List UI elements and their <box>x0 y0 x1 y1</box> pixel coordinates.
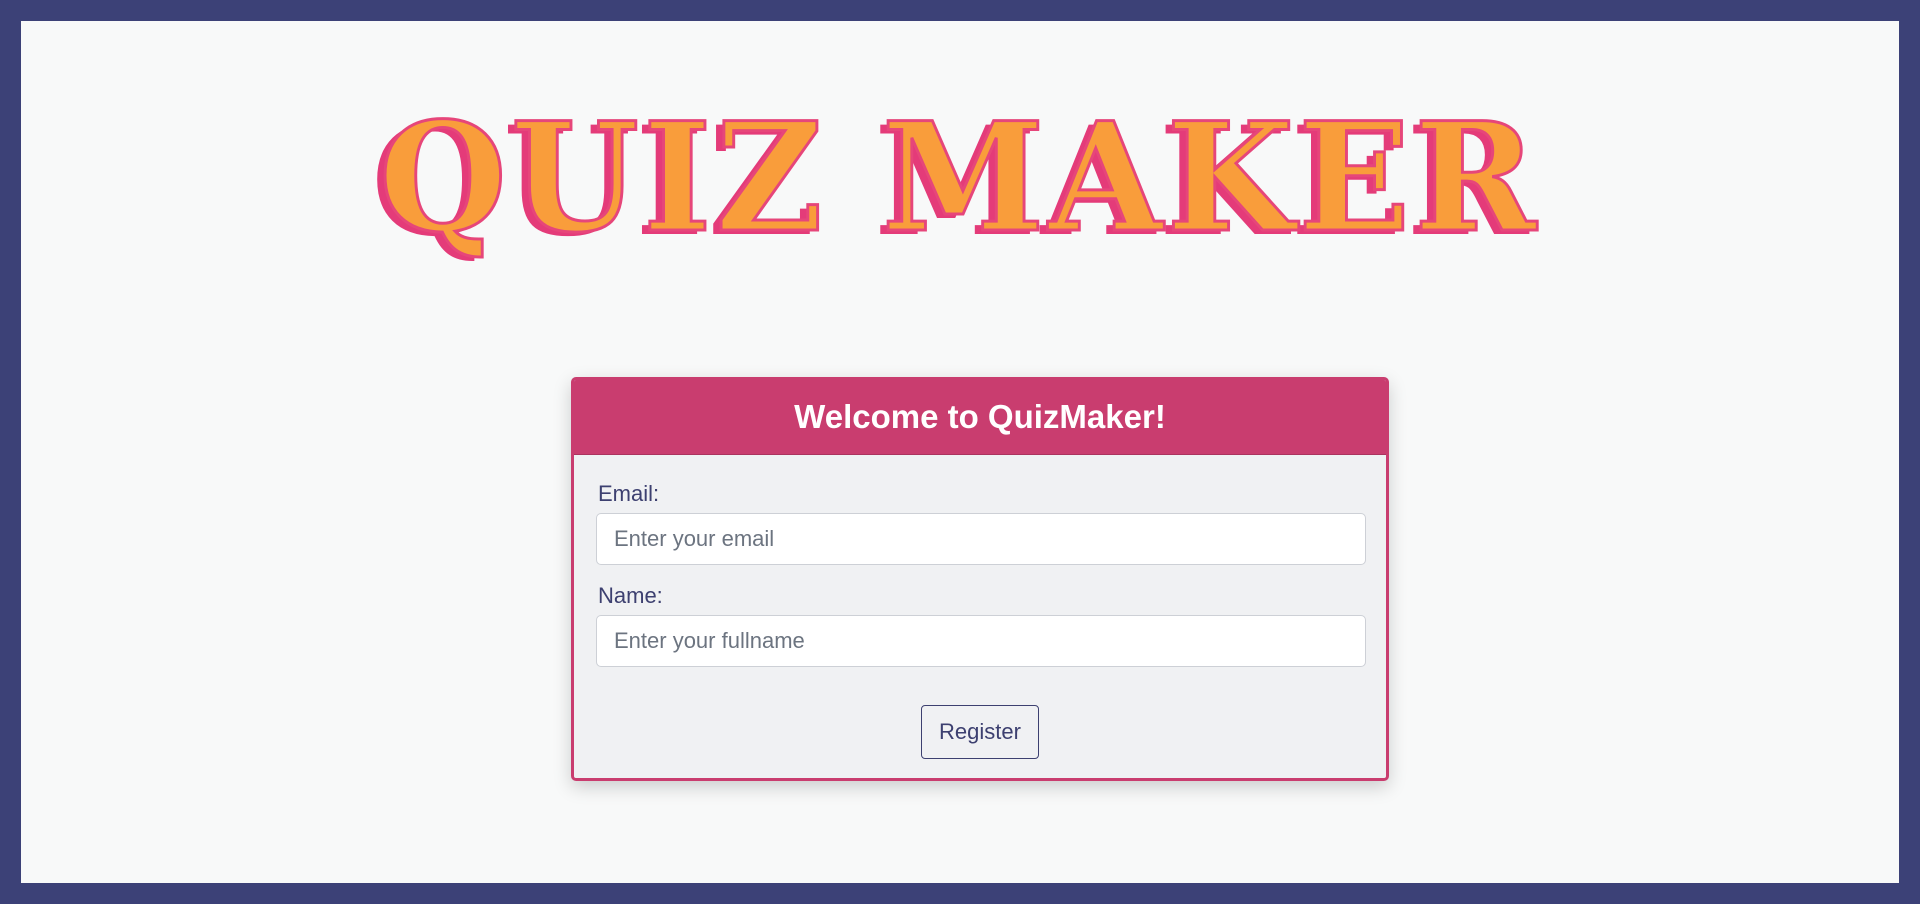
email-field[interactable] <box>596 513 1366 565</box>
form-actions: Register <box>596 705 1364 759</box>
register-form: Email: Name: Register <box>574 455 1386 759</box>
register-card: Welcome to QuizMaker! Email: Name: Regis… <box>571 377 1389 781</box>
name-label: Name: <box>598 583 663 608</box>
email-label: Email: <box>598 481 660 506</box>
quiz-maker-logo: QUIZ MAKER <box>378 90 1541 266</box>
card-title: Welcome to QuizMaker! <box>794 398 1166 435</box>
register-button[interactable]: Register <box>921 705 1039 759</box>
name-field[interactable] <box>596 615 1366 667</box>
page-frame: QUIZ MAKER Welcome to QuizMaker! Email: … <box>21 21 1899 883</box>
name-field-group: Name: <box>596 583 1366 667</box>
card-header: Welcome to QuizMaker! <box>574 380 1386 455</box>
email-field-group: Email: <box>596 481 1366 565</box>
logo-container: QUIZ MAKER <box>21 90 1899 266</box>
